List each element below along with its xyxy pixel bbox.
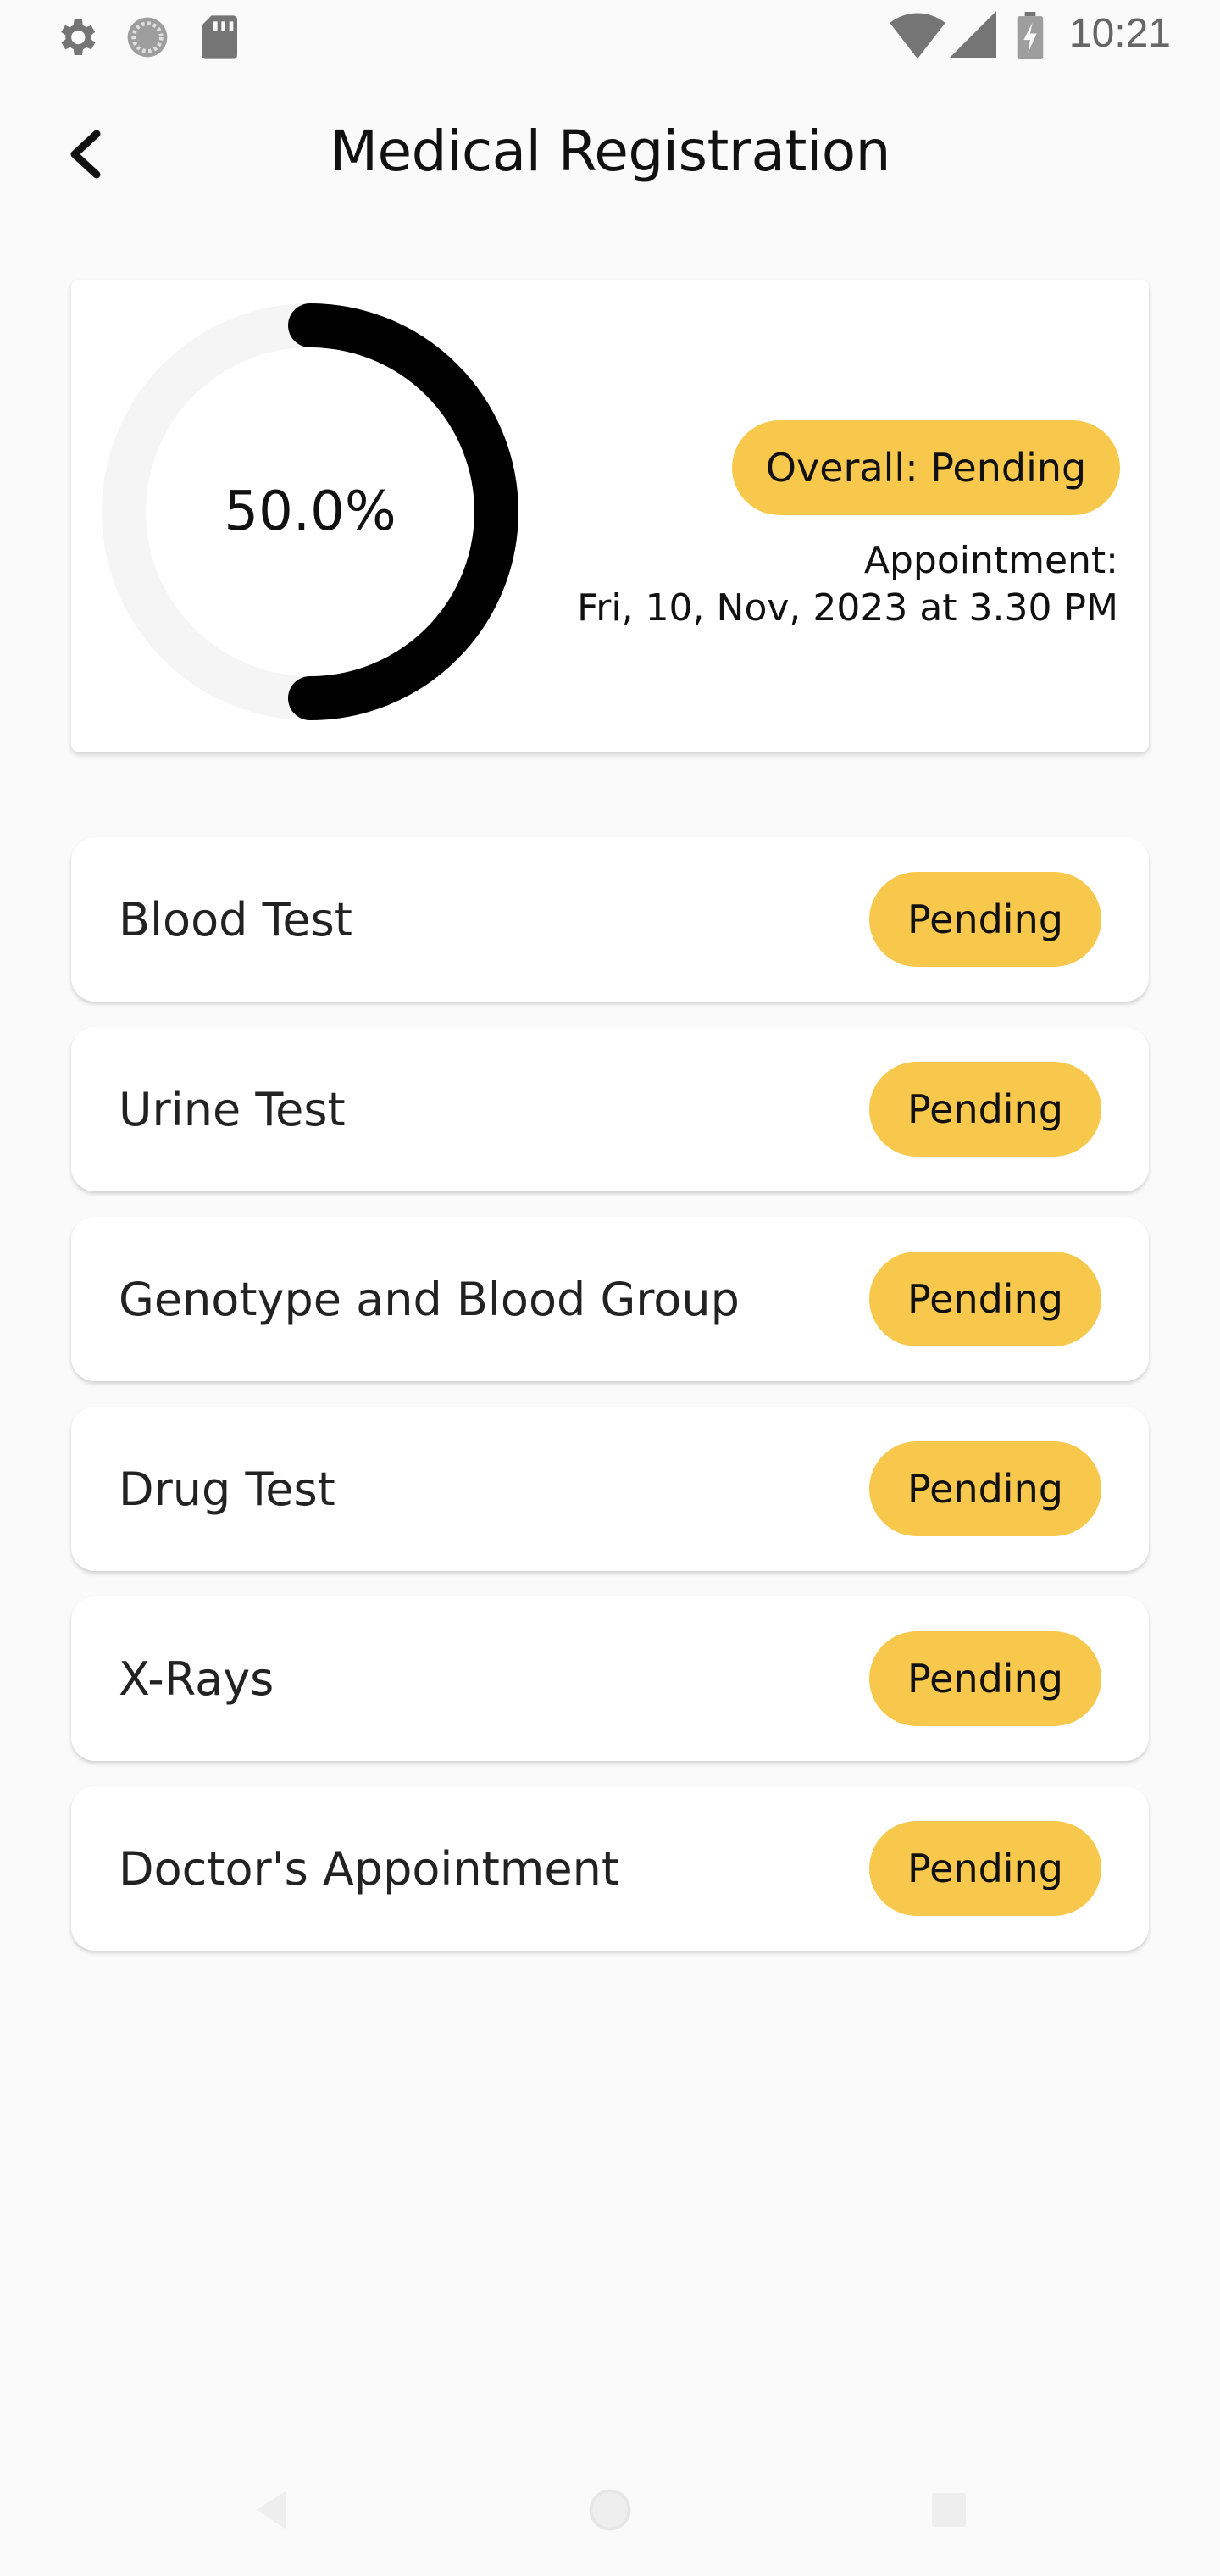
test-name: Genotype and Blood Group — [119, 1272, 740, 1326]
test-name: Doctor's Appointment — [119, 1841, 620, 1896]
battery-icon — [1017, 12, 1044, 63]
home-circle-icon[interactable] — [585, 2484, 652, 2552]
recents-square-icon[interactable] — [923, 2484, 991, 2552]
page-title: Medical Registration — [330, 119, 890, 184]
appointment-label: Appointment: — [863, 539, 1118, 582]
system-nav-bar — [0, 2457, 1220, 2576]
status-time: 10:21 — [1068, 11, 1171, 56]
list-item[interactable]: Genotype and Blood Group Pending — [71, 1217, 1149, 1381]
status-badge: Pending — [869, 872, 1101, 967]
overall-status-badge[interactable]: Overall: Pending — [732, 420, 1120, 515]
test-name: Drug Test — [119, 1462, 336, 1516]
signal-icon — [949, 10, 996, 63]
status-badge: Pending — [869, 1441, 1101, 1536]
settings-icon — [53, 14, 100, 64]
list-item[interactable]: Urine Test Pending — [71, 1027, 1149, 1191]
test-name: Urine Test — [119, 1082, 346, 1136]
status-badge: Pending — [869, 1631, 1101, 1726]
progress-summary-card: 50.0% Overall: Pending Appointment: Fri,… — [71, 280, 1149, 752]
test-list: Blood Test Pending Urine Test Pending Ge… — [71, 837, 1149, 1976]
wifi-icon — [890, 10, 946, 64]
app-bar: Medical Registration — [0, 110, 1220, 203]
test-name: Blood Test — [119, 892, 352, 947]
status-badge: Pending — [869, 1821, 1101, 1916]
list-item[interactable]: X-Rays Pending — [71, 1596, 1149, 1761]
progress-percent: 50.0% — [224, 480, 396, 543]
list-item[interactable]: Doctor's Appointment Pending — [71, 1786, 1149, 1951]
list-item[interactable]: Blood Test Pending — [71, 837, 1149, 1002]
list-item[interactable]: Drug Test Pending — [71, 1407, 1149, 1571]
status-bar: 10:21 — [0, 0, 1220, 71]
test-name: X-Rays — [119, 1652, 274, 1706]
status-badge: Pending — [869, 1252, 1101, 1346]
status-badge: Pending — [869, 1062, 1101, 1157]
sd-card-icon — [198, 14, 241, 64]
appointment-date: Fri, 10, Nov, 2023 at 3.30 PM — [577, 586, 1118, 630]
sync-icon — [124, 14, 171, 64]
back-triangle-icon[interactable] — [246, 2484, 313, 2552]
